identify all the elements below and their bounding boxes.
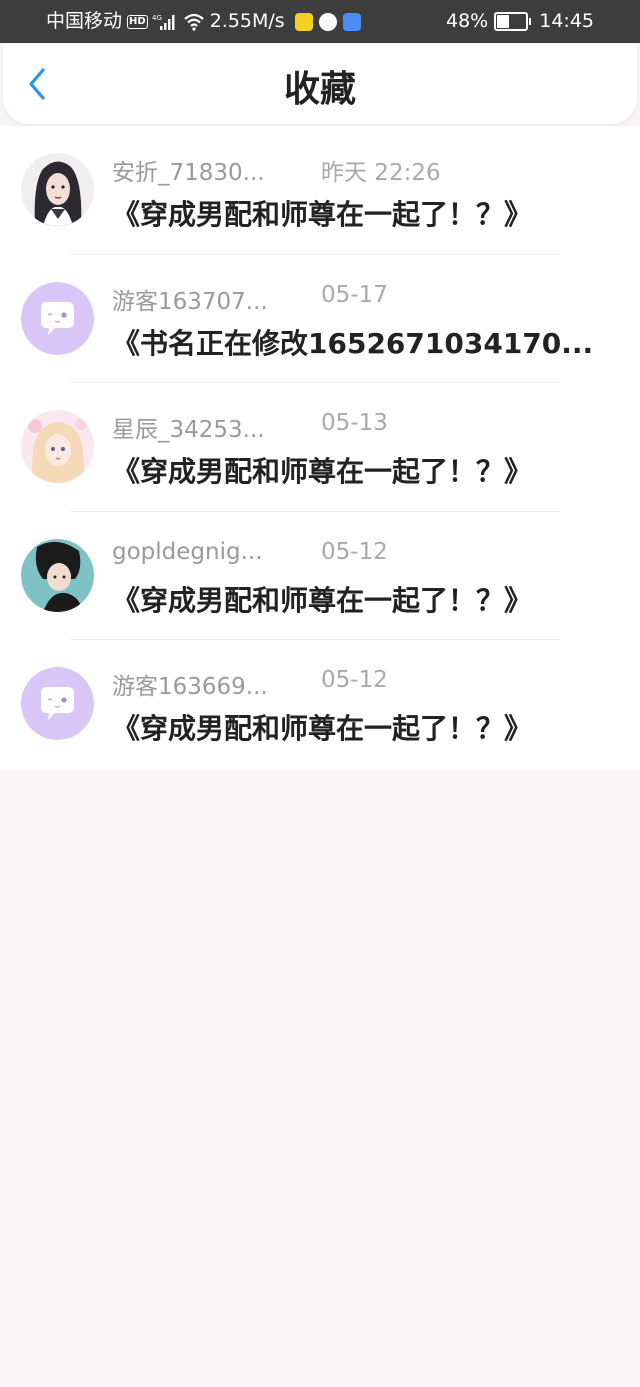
avatar[interactable] — [21, 667, 94, 740]
list-item[interactable]: 星辰_34253... 05-13 《穿成男配和师尊在一起了！？》 — [0, 383, 640, 512]
book-title[interactable]: 《书名正在修改1652671034170... — [112, 322, 612, 362]
battery-percent: 48% — [446, 10, 489, 32]
battery-icon — [494, 12, 532, 31]
carrier-label: 中国移动 — [46, 10, 123, 32]
timestamp: 05-17 — [321, 281, 388, 308]
favorites-list: 安折_71830... 昨天 22:26 《穿成男配和师尊在一起了！？》 游客1… — [0, 126, 640, 769]
page-title: 收藏 — [283, 69, 356, 110]
avatar[interactable] — [21, 410, 94, 483]
username[interactable]: 游客163669... — [112, 667, 268, 701]
music-app-icon — [342, 12, 361, 31]
username[interactable]: 游客163707... — [112, 282, 268, 316]
network-type-label: 4G — [152, 14, 162, 22]
status-bar: 中国移动 HD 4G 2.55M/s 48% 14:45 — [0, 0, 640, 43]
hd-badge: HD — [127, 14, 148, 29]
list-item[interactable]: gopldegnig... 05-12 《穿成男配和师尊在一起了！？》 — [0, 512, 640, 640]
status-left: 中国移动 HD 4G 2.55M/s — [46, 0, 367, 43]
chat-app-icon — [294, 12, 313, 31]
avatar[interactable] — [21, 153, 94, 226]
clock: 14:45 — [539, 10, 594, 32]
anime-girl-avatar-icon — [21, 153, 94, 226]
ball-app-icon — [318, 12, 337, 31]
list-item[interactable]: 安折_71830... 昨天 22:26 《穿成男配和师尊在一起了！？》 — [0, 126, 640, 255]
book-title[interactable]: 《穿成男配和师尊在一起了！？》 — [112, 707, 612, 747]
book-title[interactable]: 《穿成男配和师尊在一起了！？》 — [112, 193, 612, 233]
username[interactable]: gopldegnig... — [112, 539, 263, 565]
list-item[interactable]: 游客163707... 05-17 《书名正在修改1652671034170..… — [0, 255, 640, 383]
chat-bubble-avatar-icon — [21, 667, 94, 740]
anime-girl-pink-avatar-icon — [21, 410, 94, 483]
avatar[interactable] — [21, 281, 94, 355]
timestamp: 05-12 — [321, 667, 388, 693]
list-item[interactable]: 游客163669... 05-12 《穿成男配和师尊在一起了！？》 — [0, 640, 640, 769]
book-title[interactable]: 《穿成男配和师尊在一起了！？》 — [112, 579, 612, 619]
wifi-icon — [183, 13, 205, 31]
username[interactable]: 星辰_34253... — [112, 410, 265, 444]
anime-boy-avatar-icon — [21, 538, 94, 612]
book-title[interactable]: 《穿成男配和师尊在一起了！？》 — [112, 450, 612, 490]
chat-bubble-avatar-icon — [21, 281, 94, 355]
username[interactable]: 安折_71830... — [112, 153, 265, 187]
timestamp: 05-13 — [321, 410, 388, 436]
status-right: 48% 14:45 — [446, 0, 594, 43]
network-speed: 2.55M/s — [209, 10, 285, 32]
app-header: 收藏 — [3, 44, 637, 124]
timestamp: 昨天 22:26 — [321, 160, 441, 186]
timestamp: 05-12 — [321, 538, 388, 565]
signal-icon: 4G — [152, 13, 178, 31]
avatar[interactable] — [21, 538, 94, 612]
